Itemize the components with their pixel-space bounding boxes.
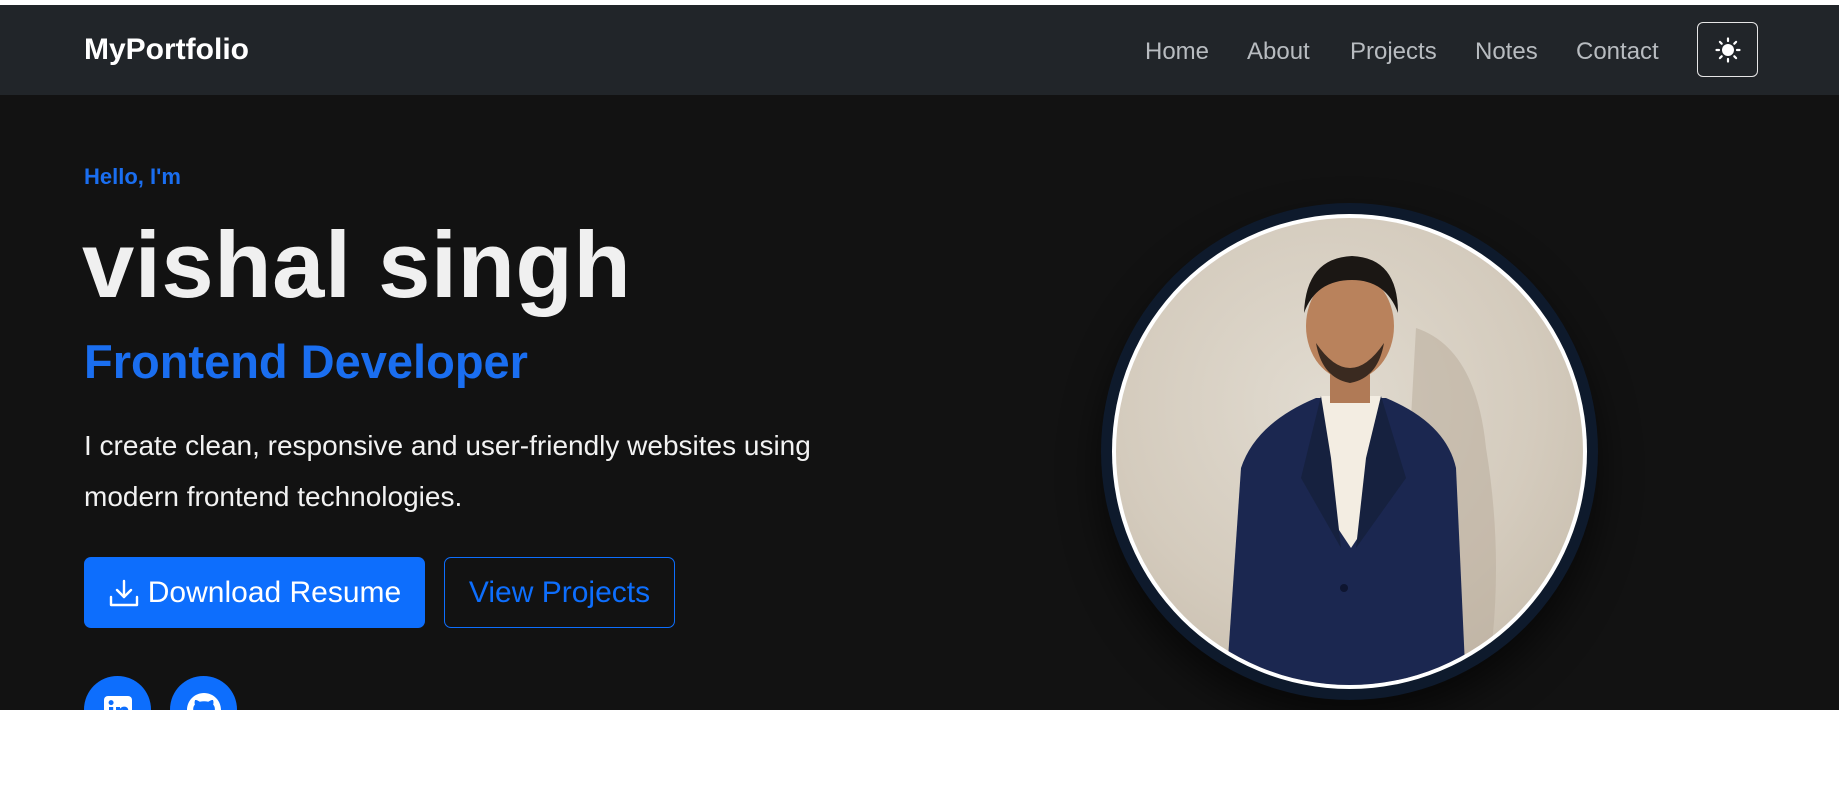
hero-section: Hello, I'm vishal singh Frontend Develop… (0, 95, 1839, 805)
nav-link-notes[interactable]: Notes (1475, 35, 1538, 69)
navbar: MyPortfolio Home About Projects Notes Co… (0, 5, 1839, 95)
hero-role: Frontend Developer (84, 335, 528, 388)
profile-photo (1116, 218, 1583, 685)
download-icon (109, 579, 138, 606)
profile-photo-frame (1112, 214, 1587, 689)
nav-link-contact[interactable]: Contact (1576, 35, 1659, 69)
nav-link-about[interactable]: About (1247, 35, 1310, 69)
download-resume-label: Download Resume (147, 575, 402, 609)
nav-link-home[interactable]: Home (1145, 35, 1209, 69)
hero-description: I create clean, responsive and user-frie… (84, 430, 811, 512)
greeting-text: Hello, I'm (84, 164, 181, 189)
page-bottom-area (0, 710, 1839, 805)
nav-link-projects[interactable]: Projects (1350, 35, 1437, 69)
sun-icon (1714, 36, 1741, 63)
brand-logo[interactable]: MyPortfolio (84, 33, 249, 67)
hero-name: vishal singh (82, 212, 632, 317)
download-resume-button[interactable]: Download Resume (84, 557, 425, 628)
person-illustration (1226, 256, 1496, 685)
page: MyPortfolio Home About Projects Notes Co… (0, 0, 1839, 805)
view-projects-button[interactable]: View Projects (444, 557, 675, 628)
theme-toggle-button[interactable] (1697, 22, 1758, 77)
